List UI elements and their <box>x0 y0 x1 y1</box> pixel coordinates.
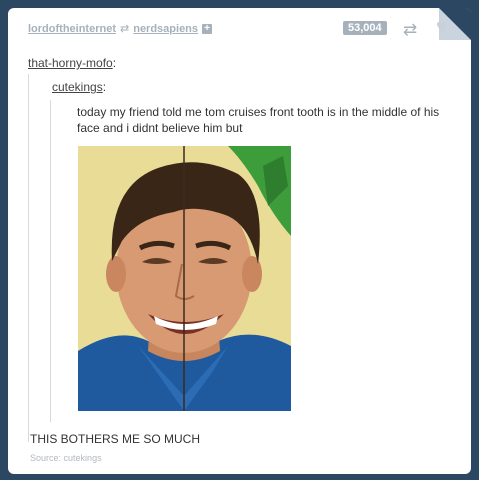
quote-author-2: cutekings: <box>52 80 106 94</box>
user1-colon: : <box>112 56 117 70</box>
poster-link[interactable]: lordoftheinternet <box>28 23 116 35</box>
user2-colon: : <box>102 80 107 94</box>
tumblr-post: lordoftheinternet ⇄ nerdsapiens + 53,004… <box>8 8 471 474</box>
follow-plus-icon[interactable]: + <box>202 23 213 34</box>
reblog-icon[interactable]: ⇄ <box>403 20 417 40</box>
reblogged-from-link[interactable]: nerdsapiens <box>133 23 198 35</box>
user-link-1[interactable]: that-horny-mofo <box>28 56 113 70</box>
reply-text: THIS BOTHERS ME SO MUCH <box>30 432 201 446</box>
post-header: lordoftheinternet ⇄ nerdsapiens + <box>28 22 213 35</box>
source-label: Source: <box>30 453 62 463</box>
notes-count[interactable]: 53,004 <box>343 21 387 35</box>
quote-author-1: that-horny-mofo: <box>28 56 116 70</box>
source-line: Source: cutekings <box>30 453 102 463</box>
post-photo <box>78 146 291 411</box>
heart-icon[interactable]: ♥ <box>436 16 448 39</box>
post-body-text: today my friend told me tom cruises fron… <box>77 105 440 135</box>
reblog-arrow-icon: ⇄ <box>120 23 130 35</box>
user-link-2[interactable]: cutekings <box>52 80 103 94</box>
split-face-photo <box>78 146 291 411</box>
source-link[interactable]: cutekings <box>64 453 102 463</box>
